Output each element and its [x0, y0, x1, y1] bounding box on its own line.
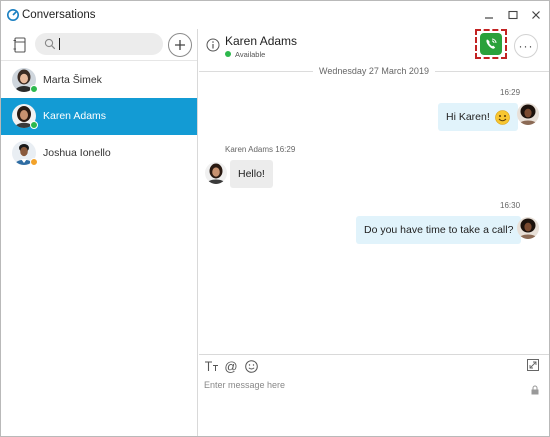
smiley-icon: [244, 359, 258, 373]
outgoing-message-bubble[interactable]: Hi Karen!: [438, 103, 518, 131]
lock-icon: [531, 385, 539, 395]
message-text: Do you have time to take a call?: [364, 224, 514, 236]
presence-available-indicator: [30, 85, 38, 93]
my-avatar: [517, 103, 539, 125]
avatar: [12, 141, 38, 166]
search-icon: [44, 38, 56, 50]
close-button[interactable]: [526, 6, 546, 24]
emoji-button[interactable]: [244, 359, 258, 373]
status-available-indicator: [225, 51, 231, 57]
minimize-icon: [485, 17, 493, 19]
presence-away-indicator: [30, 158, 38, 166]
add-contact-button[interactable]: [168, 33, 192, 57]
search-box[interactable]: [35, 33, 163, 55]
more-options-button[interactable]: ···: [514, 34, 538, 58]
phonebook-icon[interactable]: [13, 37, 27, 53]
minimize-button[interactable]: [479, 6, 499, 24]
text-cursor: [59, 38, 60, 50]
call-button[interactable]: [480, 33, 502, 55]
message-text: Hello!: [238, 168, 265, 180]
title-bar: Conversations: [1, 1, 549, 29]
plus-icon: [175, 40, 185, 50]
karen-adams-avatar: [205, 162, 227, 184]
info-icon[interactable]: [206, 38, 220, 52]
contact-item-joshua-ionello[interactable]: Joshua Ionello: [1, 135, 197, 172]
message-timestamp: 16:29: [500, 88, 521, 97]
smiley-emoji-icon: [494, 109, 510, 125]
contact-name: Marta Šimek: [43, 74, 102, 86]
date-separator: Wednesday 27 March 2019: [199, 65, 549, 77]
my-avatar: [517, 217, 539, 239]
outgoing-message-bubble[interactable]: Do you have time to take a call?: [356, 216, 522, 244]
avatar: [12, 104, 38, 129]
contact-name: Joshua Ionello: [43, 147, 111, 159]
mention-button[interactable]: @: [224, 359, 238, 374]
contacts-toolbar: [1, 29, 197, 61]
contacts-pane: Marta Šimek Karen Adams Joshua Ionello: [1, 29, 198, 436]
maximize-icon: [508, 10, 518, 20]
font-format-button[interactable]: [204, 359, 220, 373]
chat-contact-name: Karen Adams: [225, 34, 298, 48]
phone-call-icon: [486, 38, 497, 49]
close-icon: [532, 11, 540, 19]
expand-icon[interactable]: [527, 359, 539, 371]
message-composer: @: [199, 354, 549, 436]
maximize-button[interactable]: [503, 6, 523, 24]
incoming-message-bubble[interactable]: Hello!: [230, 160, 273, 188]
contact-name: Karen Adams: [43, 110, 107, 122]
presence-available-indicator: [30, 121, 38, 129]
message-text: Hi Karen!: [446, 111, 490, 123]
text-format-icon: [205, 361, 218, 371]
chat-pane: Karen Adams Available ··· Wednesday 27 M…: [199, 29, 549, 436]
date-separator-text-wrap: Wednesday 27 March 2019: [199, 66, 549, 76]
conversations-window: Conversations Marta Šimek Karen Adams Jo…: [0, 0, 550, 437]
contact-item-karen-adams[interactable]: Karen Adams: [1, 98, 197, 135]
search-input[interactable]: [59, 36, 157, 52]
app-logo-icon: [7, 9, 19, 21]
message-timestamp: 16:30: [500, 201, 521, 210]
date-separator-text: Wednesday 27 March 2019: [313, 66, 435, 76]
window-title: Conversations: [22, 9, 96, 21]
message-input[interactable]: [204, 377, 504, 393]
message-sender-time: Karen Adams 16:29: [225, 145, 296, 154]
contact-item-marta-simek[interactable]: Marta Šimek: [1, 62, 197, 99]
avatar: [12, 68, 38, 93]
status-text: Available: [235, 50, 266, 59]
